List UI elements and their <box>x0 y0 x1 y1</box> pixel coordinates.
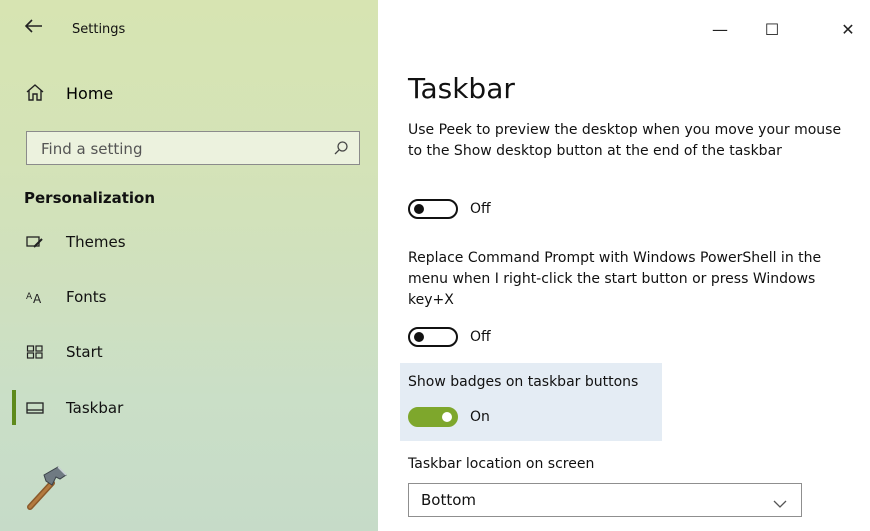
chevron-down-icon <box>773 494 787 508</box>
powershell-toggle-state: Off <box>470 329 491 345</box>
selection-indicator <box>12 390 16 425</box>
peek-toggle-switch[interactable] <box>408 199 458 219</box>
settings-window: Settings Home Personalization Themes AA <box>0 0 870 531</box>
content-pane: — ☐ ✕ Taskbar Use Peek to preview the de… <box>378 0 870 531</box>
peek-toggle-state: Off <box>470 201 491 217</box>
search-icon[interactable] <box>333 140 349 156</box>
sidebar: Settings Home Personalization Themes AA <box>0 0 379 531</box>
toggle-knob <box>414 204 424 214</box>
title-bar: Settings <box>0 0 378 60</box>
hammer-logo-icon <box>22 461 74 513</box>
search-input[interactable] <box>39 138 323 160</box>
sidebar-item-label: Fonts <box>66 288 107 306</box>
svg-text:A: A <box>26 292 33 302</box>
sidebar-item-taskbar[interactable]: Taskbar <box>24 395 123 421</box>
location-label: Taskbar location on screen <box>408 456 595 472</box>
start-icon <box>24 343 46 361</box>
svg-text:A: A <box>33 292 42 305</box>
themes-icon <box>24 233 46 251</box>
page-title: Taskbar <box>408 72 515 105</box>
fonts-icon: AA <box>24 288 46 306</box>
badges-toggle-switch[interactable] <box>408 407 458 427</box>
peek-description: Use Peek to preview the desktop when you… <box>408 122 842 159</box>
section-title: Personalization <box>24 189 156 207</box>
toggle-knob <box>414 332 424 342</box>
powershell-toggle-switch[interactable] <box>408 327 458 347</box>
home-link[interactable]: Home <box>24 80 113 106</box>
location-dropdown[interactable]: Bottom <box>408 483 802 517</box>
sidebar-item-start[interactable]: Start <box>24 339 103 365</box>
close-button[interactable]: ✕ <box>828 16 868 42</box>
badges-description: Show badges on taskbar buttons <box>408 374 639 390</box>
home-icon <box>24 82 48 104</box>
taskbar-icon <box>24 399 46 417</box>
app-title: Settings <box>72 22 126 37</box>
badges-toggle-state: On <box>470 409 490 425</box>
location-value: Bottom <box>421 491 477 509</box>
powershell-description: Replace Command Prompt with Windows Powe… <box>408 250 822 308</box>
toggle-knob <box>442 412 452 422</box>
minimize-button[interactable]: — <box>700 16 740 42</box>
back-arrow-icon[interactable] <box>24 18 48 38</box>
maximize-button[interactable]: ☐ <box>752 16 792 42</box>
sidebar-item-fonts[interactable]: AA Fonts <box>24 284 106 310</box>
peek-toggle-row[interactable]: Off <box>408 198 491 220</box>
sidebar-item-label: Taskbar <box>66 399 124 417</box>
sidebar-item-themes[interactable]: Themes <box>24 233 126 251</box>
badges-toggle-row[interactable]: On <box>408 406 490 428</box>
search-box[interactable] <box>26 131 360 165</box>
home-label: Home <box>66 83 114 103</box>
sidebar-item-label: Themes <box>66 233 126 251</box>
sidebar-item-label: Start <box>66 343 103 361</box>
powershell-toggle-row[interactable]: Off <box>408 326 491 348</box>
